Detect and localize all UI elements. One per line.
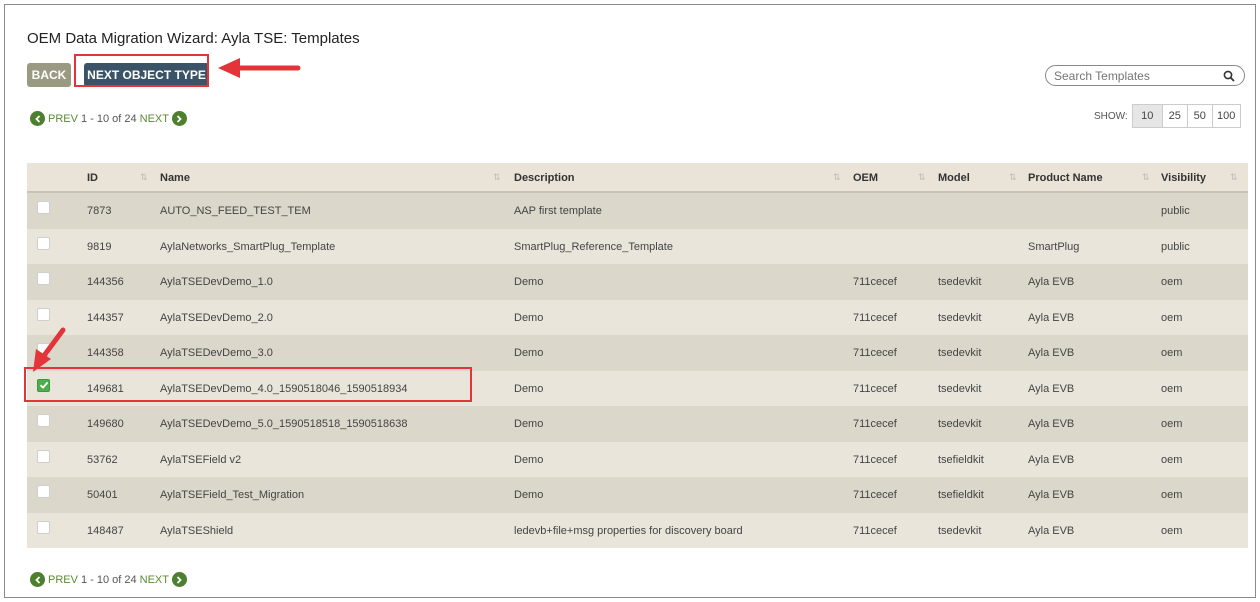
annotation-arrow-icon [218, 58, 301, 78]
annotation-arrows [33, 58, 301, 372]
annotation-arrow-icon [33, 327, 66, 372]
